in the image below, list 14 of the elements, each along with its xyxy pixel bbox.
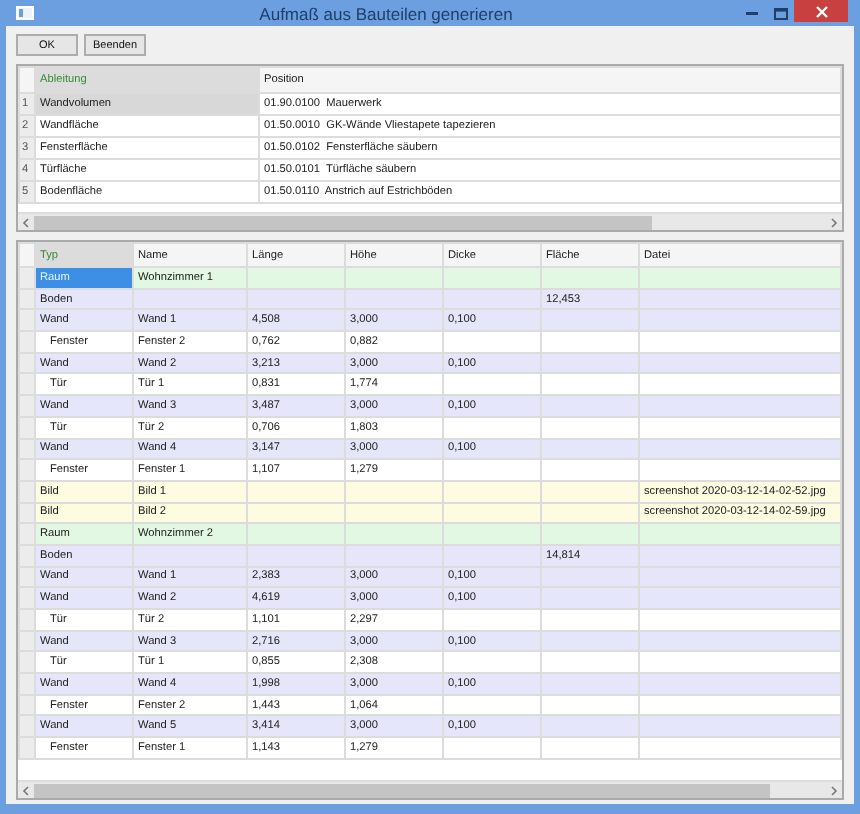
scroll-right-icon[interactable] xyxy=(826,783,842,797)
scroll-left-icon[interactable] xyxy=(18,215,34,229)
maximize-icon xyxy=(773,7,787,19)
app-icon xyxy=(16,6,34,20)
horizontal-scrollbar[interactable] xyxy=(18,212,842,230)
close-button[interactable] xyxy=(794,0,848,22)
window-title: Aufmaß aus Bauteilen generieren xyxy=(257,3,515,23)
scroll-left-icon[interactable] xyxy=(18,783,34,797)
scrollbar-thumb[interactable] xyxy=(34,215,652,229)
scrollbar-thumb[interactable] xyxy=(34,783,771,797)
horizontal-scrollbar[interactable] xyxy=(18,780,842,798)
minimize-icon xyxy=(746,11,758,15)
close-icon xyxy=(815,5,827,17)
scroll-right-icon[interactable] xyxy=(826,215,842,229)
